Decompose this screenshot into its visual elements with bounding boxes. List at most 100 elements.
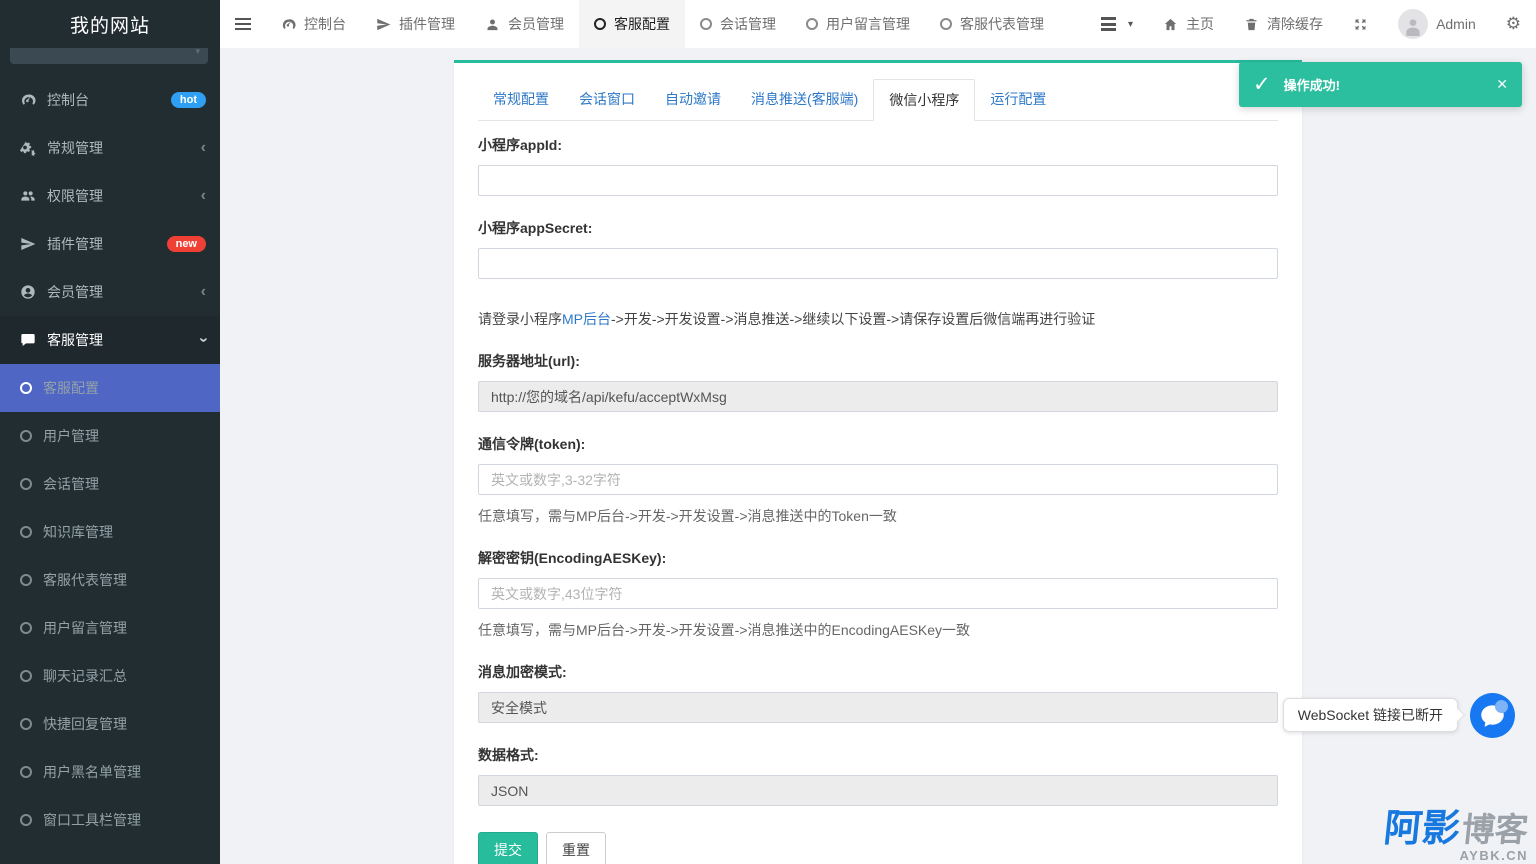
nav-item-dashboard[interactable]: 控制台 [266,0,361,48]
aeskey-input[interactable] [478,578,1278,609]
circle-icon [20,670,32,682]
avatar [1398,9,1428,39]
websocket-tooltip-text: WebSocket 链接已断开 [1298,705,1443,725]
circle-icon [940,18,952,30]
nav-item-user-messages[interactable]: 用户留言管理 [791,0,925,48]
nav-item-plugins[interactable]: 插件管理 [361,0,470,48]
top-navbar: 我的网站 控制台 插件管理 会员管理 客服配置 会话管理 用户留言管理 [0,0,1536,48]
hot-badge: hot [171,92,206,108]
brand-title: 我的网站 [0,0,220,48]
sidebar-subitem-agents[interactable]: 客服代表管理 [0,556,220,604]
nav-item-members[interactable]: 会员管理 [470,0,579,48]
home-button[interactable]: 主页 [1148,0,1229,48]
instruction-prefix: 请登录小程序 [478,311,562,327]
circle-icon [20,478,32,490]
sidebar: ▾ 控制台 hot 常规管理 ‹ 权限管理 ‹ 插件管理 new 会员管理 ‹ [0,48,220,864]
home-label: 主页 [1186,14,1214,34]
circle-icon [20,766,32,778]
sidebar-toggle-button[interactable] [220,0,266,48]
sidebar-item-label: 用户黑名单管理 [43,762,141,782]
token-input[interactable] [478,464,1278,495]
users-icon [20,188,36,204]
tab-run-config[interactable]: 运行配置 [975,79,1061,120]
comment-icon [20,332,36,348]
fullscreen-button[interactable] [1338,0,1383,48]
appsecret-input[interactable] [478,248,1278,279]
token-label: 通信令牌(token): [478,434,1278,454]
submit-button[interactable]: 提交 [478,832,538,864]
nav-item-label: 会话管理 [720,14,776,34]
circle-icon [20,430,32,442]
sidebar-item-members[interactable]: 会员管理 ‹ [0,268,220,316]
expand-arrows-icon [1353,17,1368,32]
sidebar-item-label: 会话管理 [43,474,99,494]
nav-item-label: 客服配置 [614,14,670,34]
sidebar-item-kefu-management[interactable]: 客服管理 ‹ [0,316,220,364]
nav-item-label: 插件管理 [399,14,455,34]
sidebar-subitem-user-messages[interactable]: 用户留言管理 [0,604,220,652]
circle-icon [20,574,32,586]
instruction-suffix: ->开发->开发设置->消息推送->继续以下设置->请保存设置后微信端再进行验证 [611,311,1095,327]
tachometer-icon [281,17,296,32]
sidebar-item-plugins[interactable]: 插件管理 new [0,220,220,268]
circle-icon [700,18,712,30]
clear-cache-button[interactable]: 清除缓存 [1229,0,1338,48]
sidebar-item-general[interactable]: 常规管理 ‹ [0,124,220,172]
user-name: Admin [1436,16,1476,32]
circle-icon [20,526,32,538]
circle-icon [20,622,32,634]
mp-console-link[interactable]: MP后台 [562,311,611,327]
tab-general-config[interactable]: 常规配置 [478,79,564,120]
gears-icon: ⚙ [1506,14,1521,34]
nav-item-sessions[interactable]: 会话管理 [685,0,791,48]
nav-item-kefu-config[interactable]: 客服配置 [579,0,685,48]
aeskey-label: 解密密钥(EncodingAESKey): [478,548,1278,568]
home-icon [1163,17,1178,32]
config-card: 常规配置 会话窗口 自动邀请 消息推送(客服端) 微信小程序 运行配置 小程序a… [454,60,1302,864]
circle-icon [20,382,32,394]
sidebar-item-permissions[interactable]: 权限管理 ‹ [0,172,220,220]
new-badge: new [167,236,206,252]
appid-input[interactable] [478,165,1278,196]
reset-button[interactable]: 重置 [546,832,606,864]
sidebar-subitem-blacklist[interactable]: 用户黑名单管理 [0,748,220,796]
tab-list-dropdown[interactable]: ▾ [1086,0,1148,48]
sidebar-subitem-session-management[interactable]: 会话管理 [0,460,220,508]
tab-message-push[interactable]: 消息推送(客服端) [736,79,873,120]
sidebar-subitem-knowledge-base[interactable]: 知识库管理 [0,508,220,556]
watermark-name-blue: 阿影 [1382,810,1462,848]
main-content: 常规配置 会话窗口 自动邀请 消息推送(客服端) 微信小程序 运行配置 小程序a… [220,48,1536,864]
settings-button[interactable]: ⚙ [1491,0,1536,48]
sidebar-item-dashboard[interactable]: 控制台 hot [0,76,220,124]
form-actions: 提交 重置 [478,832,1278,864]
sidebar-subitem-chat-logs[interactable]: 聊天记录汇总 [0,652,220,700]
sidebar-item-label: 窗口工具栏管理 [43,810,141,830]
data-format-label: 数据格式: [478,745,1278,765]
clear-cache-label: 清除缓存 [1267,14,1323,34]
tab-session-window[interactable]: 会话窗口 [564,79,650,120]
encrypt-mode-label: 消息加密模式: [478,662,1278,682]
sidebar-subitem-quick-replies[interactable]: 快捷回复管理 [0,700,220,748]
sidebar-subitem-window-toolbar[interactable]: 窗口工具栏管理 [0,796,220,844]
chevron-left-icon: ‹ [201,140,206,156]
nav-item-agents[interactable]: 客服代表管理 [925,0,1059,48]
tab-wechat-miniprogram[interactable]: 微信小程序 [873,79,975,121]
watermark-name-grey: 博客 [1460,813,1529,846]
config-tabs: 常规配置 会话窗口 自动邀请 消息推送(客服端) 微信小程序 运行配置 [478,79,1278,121]
circle-icon [20,814,32,826]
sidebar-item-label: 客服代表管理 [43,570,127,590]
sidebar-item-label: 聊天记录汇总 [43,666,127,686]
sidebar-item-label: 客服管理 [47,330,103,350]
sidebar-subitem-user-management[interactable]: 用户管理 [0,412,220,460]
chat-widget-button[interactable] [1470,693,1515,738]
tab-auto-invite[interactable]: 自动邀请 [650,79,736,120]
user-menu[interactable]: Admin [1383,0,1491,48]
navbar-right: ▾ 主页 清除缓存 Admin ⚙ [1086,0,1536,48]
success-toast: ✓ 操作成功! ✕ [1239,62,1522,107]
sidebar-subitem-kefu-config[interactable]: 客服配置 [0,364,220,412]
chevron-left-icon: ‹ [201,284,206,300]
chevron-down-icon: ‹ [195,337,211,342]
toast-close-icon[interactable]: ✕ [1496,76,1508,93]
sidebar-item-label: 用户管理 [43,426,99,446]
sidebar-item-label: 快捷回复管理 [43,714,127,734]
